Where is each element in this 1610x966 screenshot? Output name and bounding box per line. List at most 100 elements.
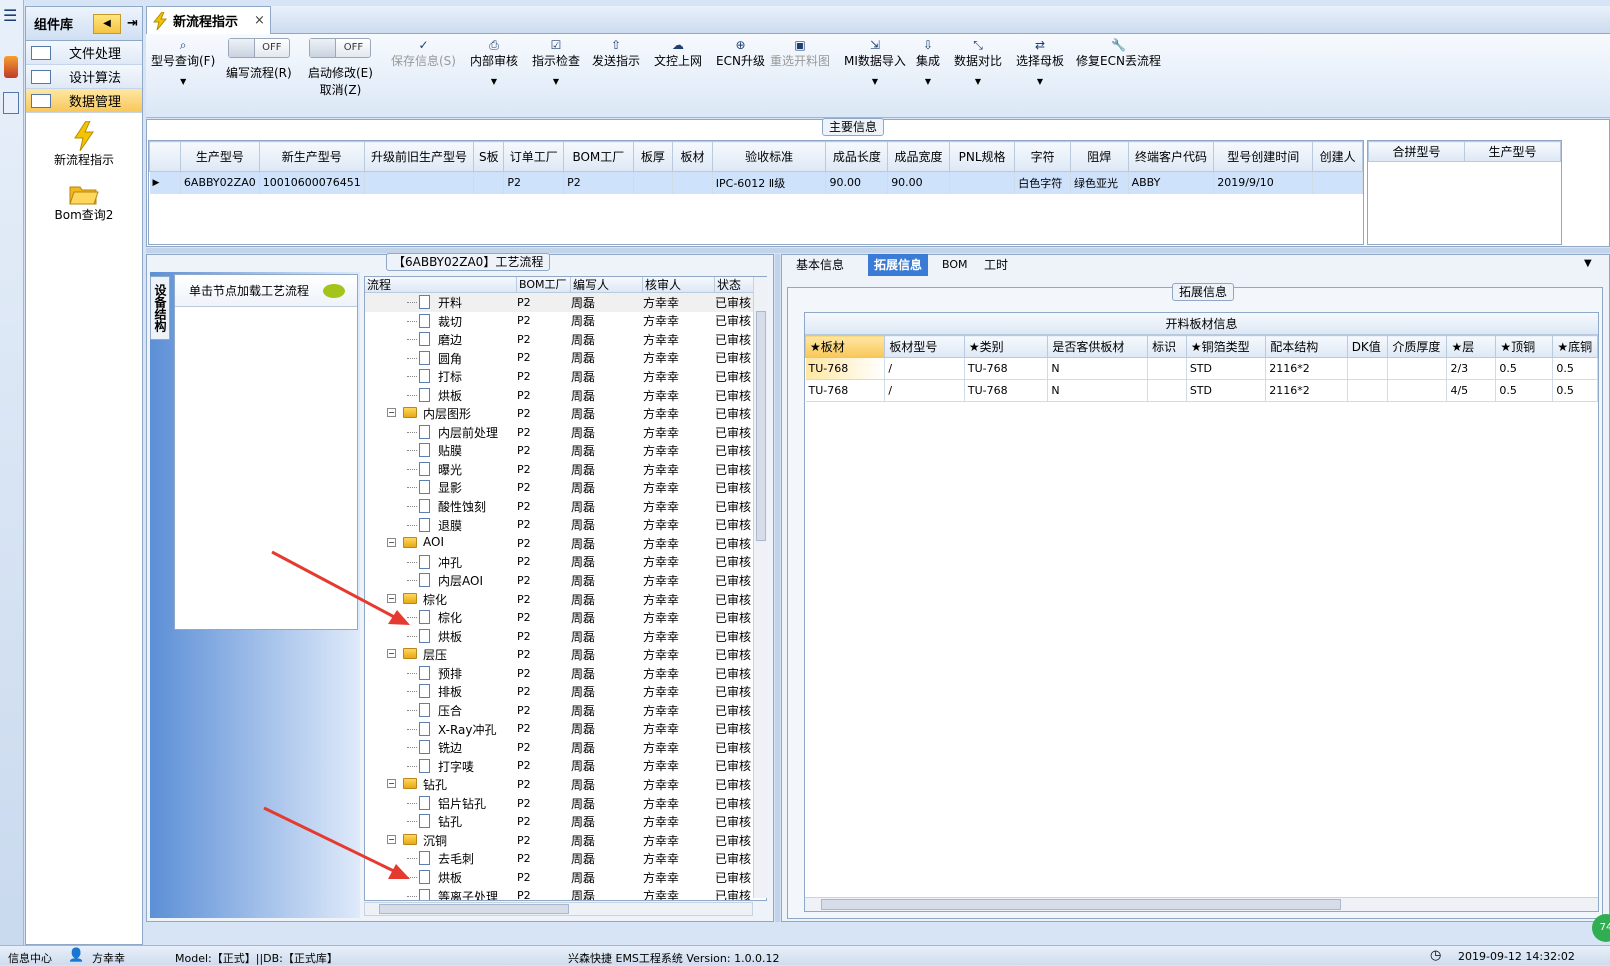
tab-ext-info[interactable]: 拓展信息	[868, 254, 929, 276]
tree-node[interactable]: 裁切	[365, 312, 517, 331]
tree-row[interactable]: 显影 P2 周磊 方幸幸 已审核	[365, 478, 766, 497]
tree-row[interactable]: 烘板 P2 周磊 方幸幸 已审核	[365, 868, 766, 887]
cell[interactable]: 2116*2	[1265, 357, 1348, 380]
tree-row[interactable]: 铝片钻孔 P2 周磊 方幸幸 已审核	[365, 794, 766, 813]
vertical-splitter[interactable]	[775, 254, 780, 922]
column-header[interactable]: BOM工厂	[563, 141, 634, 172]
tree-node[interactable]: 打标	[365, 367, 517, 386]
doc-online-button[interactable]: ☁ 文控上网	[654, 38, 702, 69]
tree-node[interactable]: 退膜	[365, 516, 517, 535]
column-header[interactable]: 板厚	[632, 141, 674, 172]
scroll-thumb[interactable]	[756, 311, 766, 541]
cell[interactable]: ABBY	[1128, 171, 1215, 194]
column-header[interactable]: 是否客供板材	[1047, 335, 1149, 358]
column-header[interactable]: 编写人	[571, 277, 643, 292]
column-header[interactable]: 验收标准	[711, 141, 827, 172]
tree-node[interactable]: 内层前处理	[365, 423, 517, 442]
tab-new-flow[interactable]: 新流程指示 ×	[146, 6, 271, 34]
cell[interactable]: 0.5	[1552, 357, 1598, 380]
scroll-thumb[interactable]	[821, 899, 1341, 910]
tree-row[interactable]: 压合 P2 周磊 方幸幸 已审核	[365, 701, 766, 720]
cell[interactable]: TU-768	[964, 357, 1049, 380]
column-header[interactable]: 板材	[672, 141, 713, 172]
info-center[interactable]: 信息中心	[8, 950, 52, 966]
instruction-check-button[interactable]: ☑ 指示检查 ▼	[532, 38, 580, 86]
nav-item-file[interactable]: 文件处理	[26, 41, 142, 65]
cell[interactable]: TU-768	[805, 379, 886, 402]
column-header[interactable]: 核审人	[643, 277, 715, 292]
cell[interactable]: 10010600076451	[259, 171, 365, 194]
exit-icon[interactable]: ⇥	[127, 16, 138, 31]
collapse-left-button[interactable]: ◀	[93, 13, 122, 34]
tree-row[interactable]: 圆角 P2 周磊 方幸幸 已审核	[365, 349, 766, 368]
column-header[interactable]: 配本结构	[1265, 335, 1348, 358]
tab-device-structure[interactable]: 设备结构	[150, 276, 170, 340]
cell[interactable]: 6ABBY02ZA0	[180, 171, 260, 194]
chevron-down-icon[interactable]: ▼	[491, 77, 497, 86]
cell[interactable]: TU-768	[964, 379, 1049, 402]
tree-row[interactable]: 预排 P2 周磊 方幸幸 已审核	[365, 664, 766, 683]
column-header[interactable]: 合拼型号	[1368, 141, 1465, 162]
toggle-switch[interactable]: OFF	[309, 38, 372, 58]
column-header[interactable]: 创建人	[1312, 141, 1363, 172]
repair-ecn-button[interactable]: 🔧 修复ECN丢流程	[1076, 38, 1161, 69]
compare-button[interactable]: ⤡ 数据对比 ▼	[954, 38, 1002, 86]
cell[interactable]: /	[884, 379, 965, 402]
material-horizontal-scrollbar[interactable]	[805, 897, 1598, 911]
collapse-icon[interactable]: −	[387, 408, 396, 418]
tree-row[interactable]: − AOI P2 周磊 方幸幸 已审核	[365, 534, 766, 553]
column-header[interactable]: ★底铜	[1552, 335, 1598, 358]
horizontal-splitter[interactable]	[146, 248, 1610, 253]
table-row[interactable]: TU-768/TU-768 N STD 2116*2 4/5 0.5 0.5	[805, 379, 1598, 402]
chevron-down-icon[interactable]: ▼	[872, 77, 878, 86]
cell[interactable]: STD	[1186, 379, 1267, 402]
tree-row[interactable]: − 钻孔 P2 周磊 方幸幸 已审核	[365, 775, 766, 794]
tab-hours[interactable]: 工时	[978, 254, 1014, 276]
tree-node[interactable]: 烘板	[365, 386, 517, 405]
column-header[interactable]: 生产型号	[1464, 141, 1561, 162]
tree-row[interactable]: 棕化 P2 周磊 方幸幸 已审核	[365, 608, 766, 627]
cell[interactable]: 0.5	[1495, 379, 1554, 402]
tree-horizontal-scrollbar[interactable]	[364, 902, 753, 916]
column-header[interactable]: BOM工厂	[517, 277, 571, 292]
mi-import-button[interactable]: ⇲ MI数据导入 ▼	[844, 38, 906, 86]
tree-row[interactable]: 等离子处理 P2 周磊 方幸幸 已审核	[365, 887, 766, 900]
tree-row[interactable]: 曝光 P2 周磊 方幸幸 已审核	[365, 460, 766, 479]
column-header[interactable]: 流程	[365, 277, 517, 292]
tool-new-flow[interactable]: 新流程指示	[26, 121, 142, 168]
cell[interactable]: IPC-6012 Ⅱ级	[712, 171, 827, 194]
cell[interactable]	[1147, 379, 1187, 402]
save-button[interactable]: ✓ 保存信息(S)	[391, 38, 456, 69]
tree-row[interactable]: 铣边 P2 周磊 方幸幸 已审核	[365, 738, 766, 757]
tab-bom[interactable]: BOM	[936, 254, 974, 276]
tree-row[interactable]: 磨边 P2 周磊 方幸幸 已审核	[365, 330, 766, 349]
tree-row[interactable]: 贴膜 P2 周磊 方幸幸 已审核	[365, 441, 766, 460]
column-header[interactable]: 板材型号	[884, 335, 965, 358]
menu-icon[interactable]: ☰	[3, 6, 17, 25]
tree-row[interactable]: 冲孔 P2 周磊 方幸幸 已审核	[365, 553, 766, 572]
column-header[interactable]: ★类别	[963, 335, 1049, 358]
column-header[interactable]: 阻焊	[1070, 141, 1129, 172]
cell[interactable]: P2	[503, 171, 565, 194]
cell[interactable]: 90.00	[887, 171, 950, 194]
tree-row[interactable]: − 内层图形 P2 周磊 方幸幸 已审核	[365, 404, 766, 423]
cell[interactable]: P2	[563, 171, 634, 194]
close-icon[interactable]: ×	[254, 13, 265, 28]
tree-row[interactable]: 打标 P2 周磊 方幸幸 已审核	[365, 367, 766, 386]
internal-review-button[interactable]: ⎙ 内部审核 ▼	[470, 38, 518, 86]
column-header[interactable]: ★铜箔类型	[1185, 335, 1267, 358]
column-header[interactable]: 字符	[1014, 141, 1071, 172]
tree-node[interactable]: 显影	[365, 478, 517, 497]
tree-row[interactable]: 退膜 P2 周磊 方幸幸 已审核	[365, 516, 766, 535]
cell[interactable]: /	[884, 357, 965, 380]
column-header[interactable]: 订单工厂	[503, 141, 565, 172]
chevron-down-icon[interactable]: ▼	[180, 77, 186, 86]
cell[interactable]	[1312, 171, 1363, 194]
tree-row[interactable]: X-Ray冲孔 P2 周磊 方幸幸 已审核	[365, 720, 766, 739]
window-icon[interactable]	[3, 92, 19, 114]
column-header[interactable]: 终端客户代码	[1127, 141, 1215, 172]
tree-row[interactable]: 排板 P2 周磊 方幸幸 已审核	[365, 682, 766, 701]
tree-row[interactable]: 裁切 P2 周磊 方幸幸 已审核	[365, 312, 766, 331]
column-header[interactable]: 介质厚度	[1387, 335, 1448, 358]
cell[interactable]: STD	[1186, 357, 1267, 380]
